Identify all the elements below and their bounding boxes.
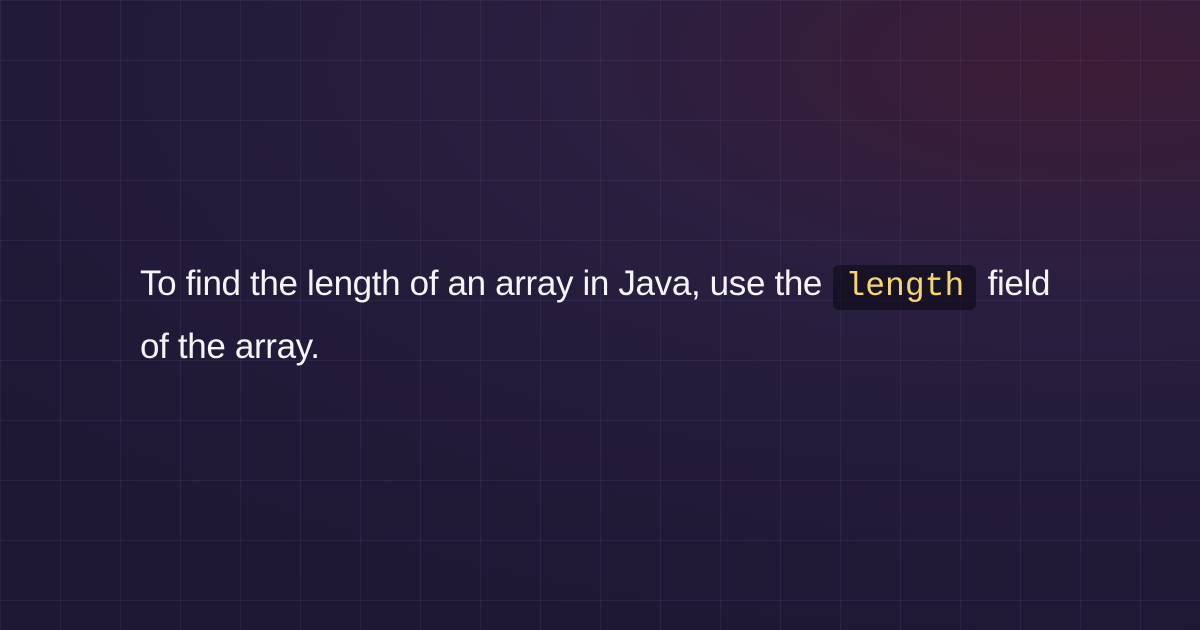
text-before-code: To find the length of an array in Java, …	[140, 264, 831, 303]
code-token: length	[833, 265, 976, 310]
content-container: To find the length of an array in Java, …	[0, 0, 1200, 630]
description-text: To find the length of an array in Java, …	[140, 253, 1060, 377]
